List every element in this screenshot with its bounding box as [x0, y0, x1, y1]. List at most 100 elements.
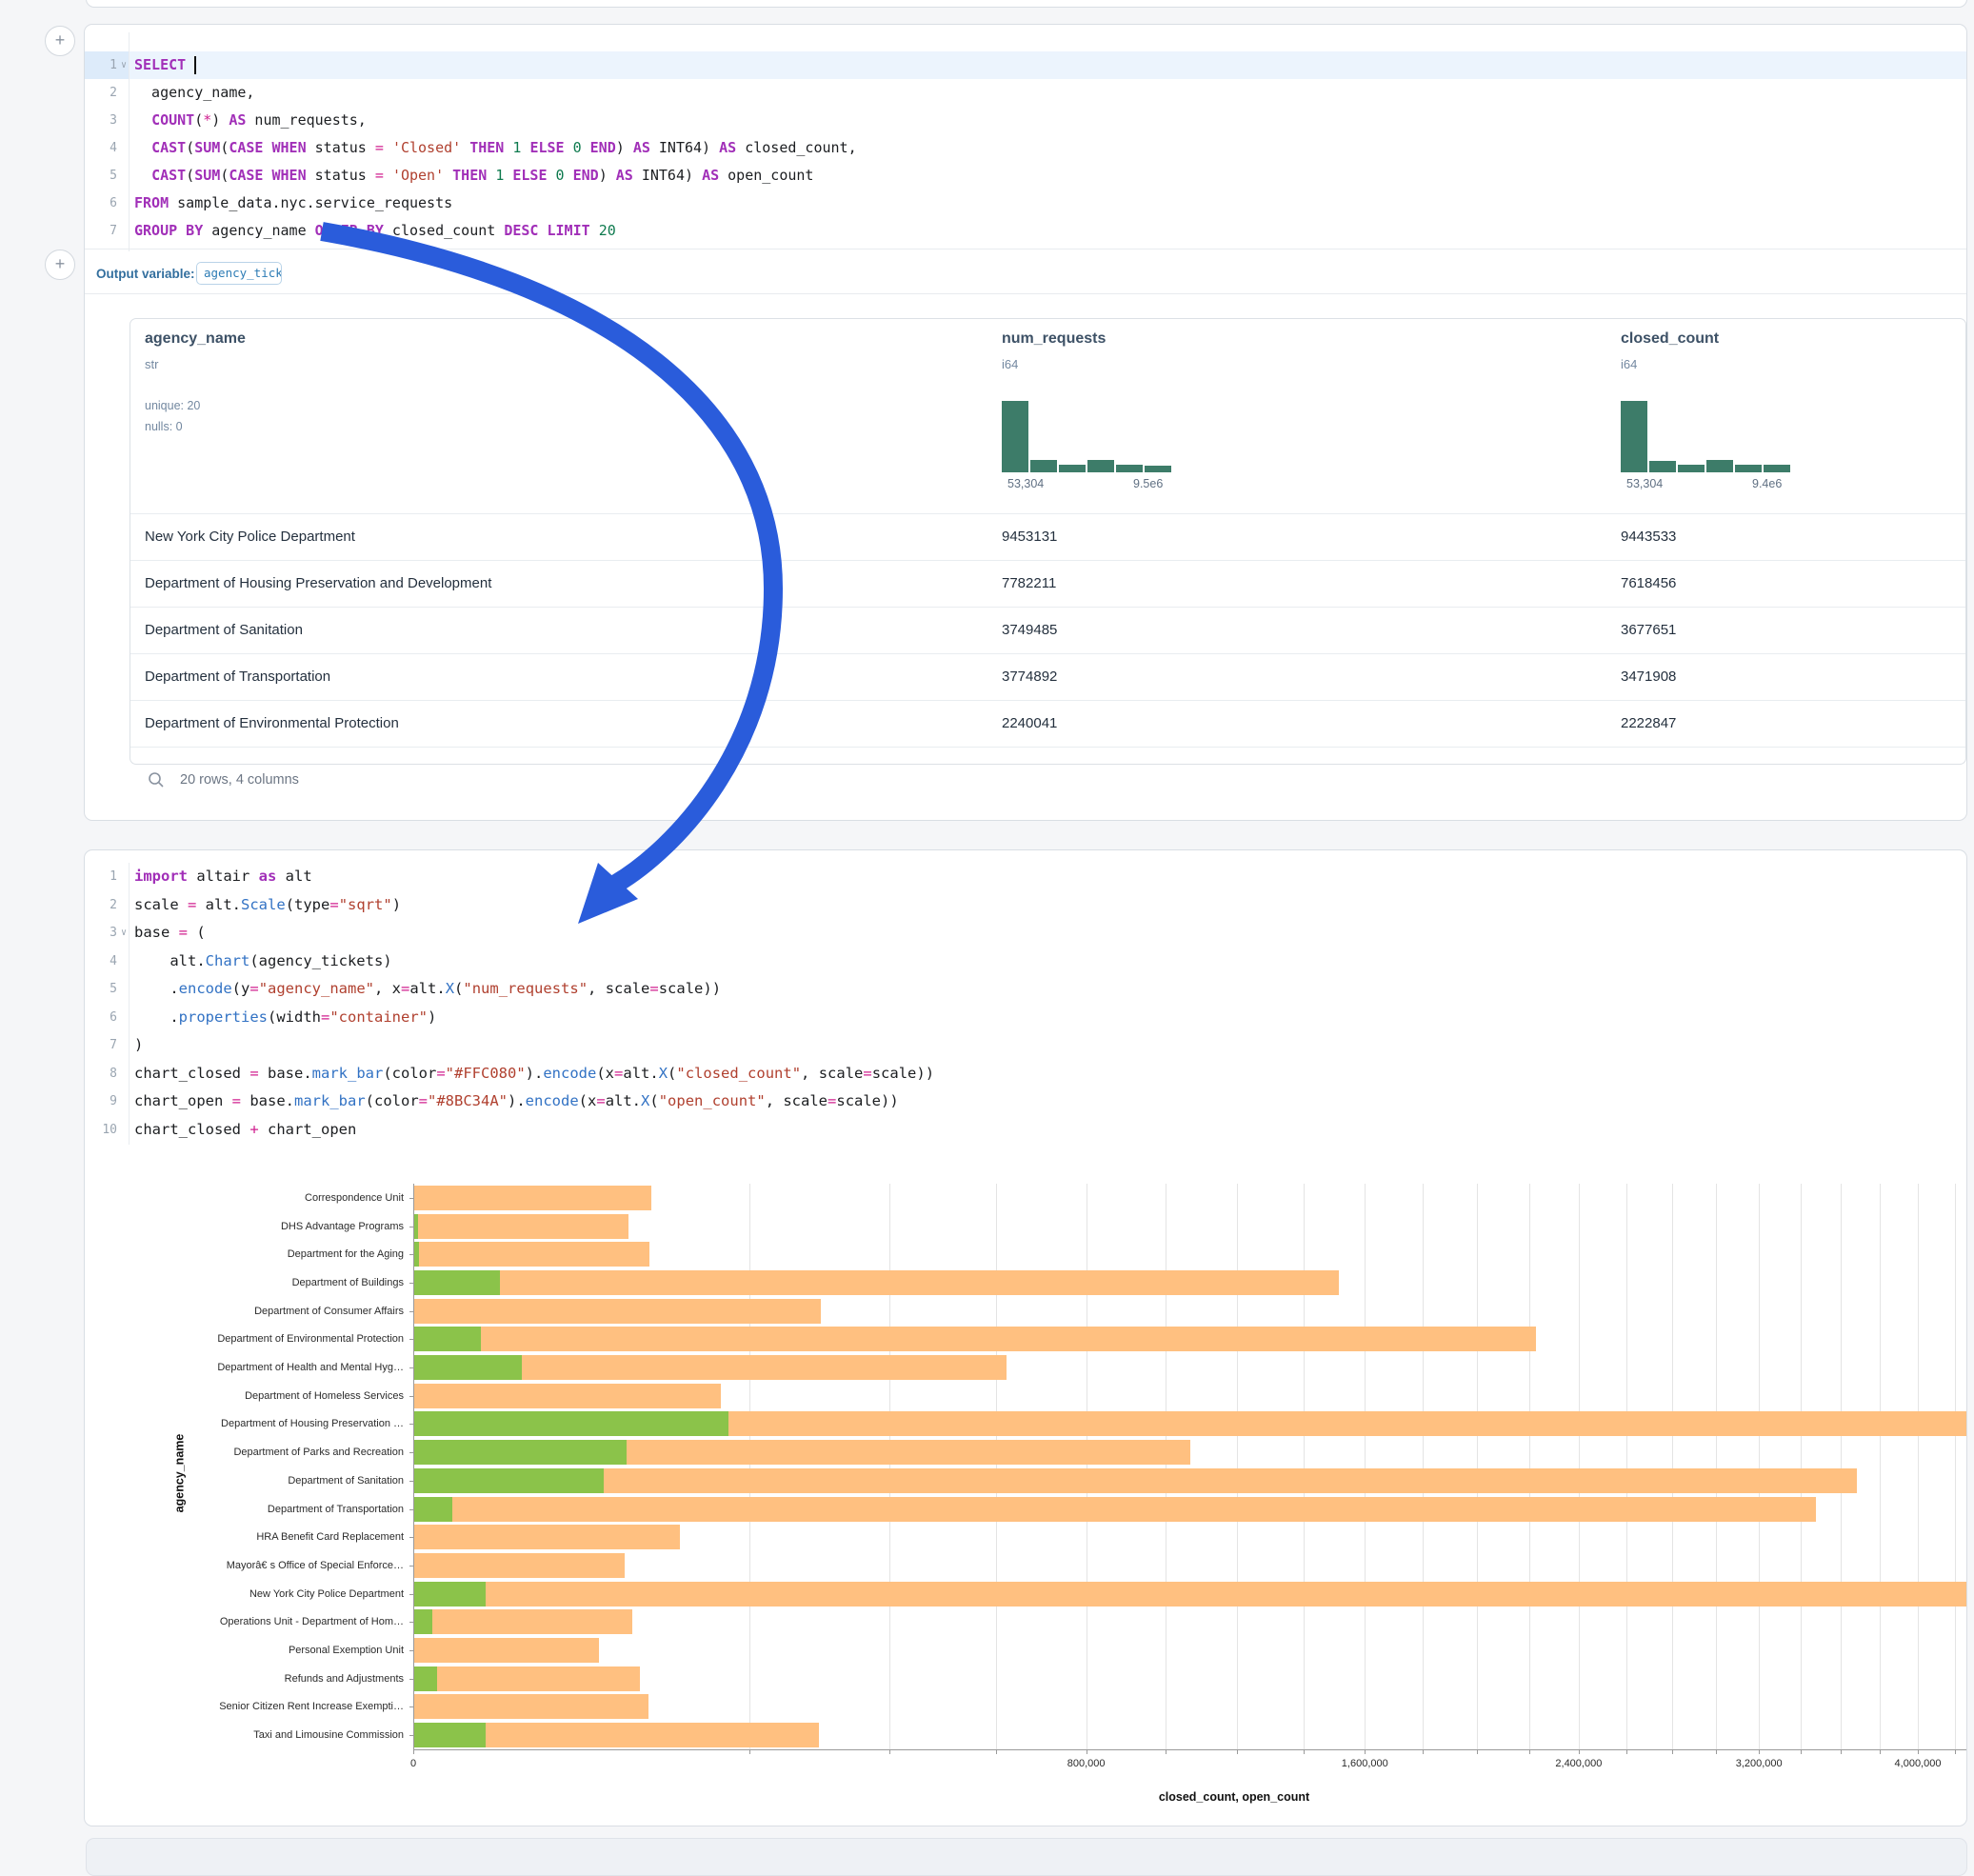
gridline [1529, 1184, 1530, 1749]
code-line[interactable]: 6 FROM sample_data.nyc.service_requests [85, 190, 1966, 217]
y-axis-line [413, 1184, 414, 1749]
code-token [548, 167, 556, 184]
output-variable-pill[interactable]: agency_tickets [196, 262, 282, 285]
fold-chevron-icon[interactable]: ∨ [121, 51, 127, 79]
code-line[interactable]: 4 CAST(SUM(CASE WHEN status = 'Closed' T… [85, 134, 1966, 162]
chart-bar-open_count [414, 1468, 604, 1493]
chart-bar-open_count [414, 1609, 432, 1634]
chart-bar-open_count [414, 1270, 500, 1295]
histogram-max-label: 9.4e6 [1752, 477, 1782, 490]
code-token: = [375, 139, 384, 156]
y-tick-label: Personal Exemption Unit [289, 1645, 404, 1656]
code-token [538, 222, 547, 239]
add-cell-button-middle[interactable]: + [45, 249, 75, 280]
code-token: THEN [469, 139, 504, 156]
add-cell-button-top[interactable]: + [45, 26, 75, 56]
y-tick-label: Department of Homeless Services [245, 1390, 404, 1402]
chart-bar-closed_count [414, 1666, 640, 1691]
chart-bar-closed_count [414, 1694, 648, 1719]
y-tick-label: Mayorâ€ s Office of Special Enforce… [227, 1560, 404, 1571]
gridline [1759, 1184, 1760, 1749]
code-token: SUM [194, 167, 220, 184]
line-number: 2 [85, 79, 117, 107]
code-line[interactable]: 1∨SELECT [85, 51, 1966, 79]
code-token: DESC [504, 222, 538, 239]
column-header[interactable]: closed_count [1621, 330, 1719, 348]
code-token: FROM [134, 194, 169, 211]
gridline [1626, 1184, 1627, 1749]
histogram-max-label: 9.5e6 [1133, 477, 1163, 490]
y-axis-title: agency_name [172, 1434, 186, 1513]
code-token: ) [599, 167, 616, 184]
chart-bar-open_count [414, 1214, 418, 1239]
line-number: 6 [85, 190, 117, 217]
column-header[interactable]: agency_name [145, 330, 246, 348]
table-cell: 3471908 [1621, 653, 1676, 700]
code-token [590, 222, 599, 239]
gridline [1801, 1184, 1802, 1749]
code-token: INT64) [650, 139, 719, 156]
code-token [582, 139, 590, 156]
chart-bar-closed_count [414, 1638, 599, 1663]
chart-bar-closed_count [414, 1186, 651, 1210]
table-search-icon[interactable] [148, 771, 165, 788]
gridline [1365, 1184, 1366, 1749]
column-histogram [1621, 401, 1790, 472]
gridline [1477, 1184, 1478, 1749]
code-token: num_requests, [246, 111, 366, 129]
code-token: sample_data.nyc.service_requests [169, 194, 452, 211]
code-token [384, 139, 392, 156]
code-line[interactable]: 7GROUP BY agency_name ORDER BY closed_co… [85, 217, 1966, 245]
code-token: agency_name, [134, 84, 254, 101]
code-token [487, 167, 495, 184]
text-cursor [194, 56, 196, 74]
column-type: i64 [1621, 357, 1637, 371]
code-token [384, 167, 392, 184]
code-token: AS [633, 139, 650, 156]
code-token [263, 139, 271, 156]
x-tick-label: 4,000,000 [1895, 1758, 1942, 1769]
y-tick-label: Department of Buildings [292, 1277, 404, 1288]
code-token: AS [702, 167, 719, 184]
chart-bar-open_count [414, 1355, 522, 1380]
histogram-bar [1030, 460, 1057, 472]
code-token: closed_count, [736, 139, 856, 156]
chart-bar-closed_count [414, 1299, 821, 1324]
sql-cell-card: 1∨SELECT 2 agency_name,3 COUNT(*) AS num… [84, 24, 1967, 821]
table-cell: 9443533 [1621, 513, 1676, 560]
column-stat: unique: 20 [145, 399, 200, 412]
code-line[interactable]: 5 CAST(SUM(CASE WHEN status = 'Open' THE… [85, 162, 1966, 190]
line-number: 3 [85, 107, 117, 134]
histogram-bar [1059, 465, 1086, 472]
column-stat: nulls: 0 [145, 420, 183, 433]
histogram-bar [1116, 465, 1143, 472]
code-token: WHEN [272, 139, 307, 156]
output-variable-label: Output variable: [96, 267, 195, 281]
code-token: 0 [556, 167, 565, 184]
x-tick-label: 800,000 [1067, 1758, 1106, 1769]
y-tick-label: Department for the Aging [288, 1248, 404, 1260]
code-token: ( [186, 167, 194, 184]
code-token: ( [186, 139, 194, 156]
y-tick-label: Taxi and Limousine Commission [253, 1729, 404, 1741]
chart-bar-closed_count [414, 1242, 649, 1267]
code-token [134, 111, 151, 129]
y-tick-label: Department of Environmental Protection [217, 1333, 404, 1345]
code-line[interactable]: 3 COUNT(*) AS num_requests, [85, 107, 1966, 134]
y-tick-label: Department of Transportation [268, 1504, 404, 1515]
chart-bar-closed_count [414, 1214, 628, 1239]
histogram-bar [1764, 465, 1790, 472]
code-token: LIMIT [548, 222, 590, 239]
column-type: str [145, 357, 158, 371]
code-token: END [590, 139, 616, 156]
line-number: 7 [85, 217, 117, 245]
code-text: agency_name, [134, 79, 254, 107]
y-tick-label: Correspondence Unit [305, 1192, 404, 1204]
column-header[interactable]: num_requests [1002, 330, 1106, 348]
code-token: ORDER BY [315, 222, 384, 239]
chart-bar-closed_count [414, 1270, 1339, 1295]
code-line[interactable]: 2 agency_name, [85, 79, 1966, 107]
sql-gutter-divider [129, 32, 130, 251]
column-type: i64 [1002, 357, 1018, 371]
sql-editor[interactable]: 1∨SELECT 2 agency_name,3 COUNT(*) AS num… [85, 51, 1966, 251]
